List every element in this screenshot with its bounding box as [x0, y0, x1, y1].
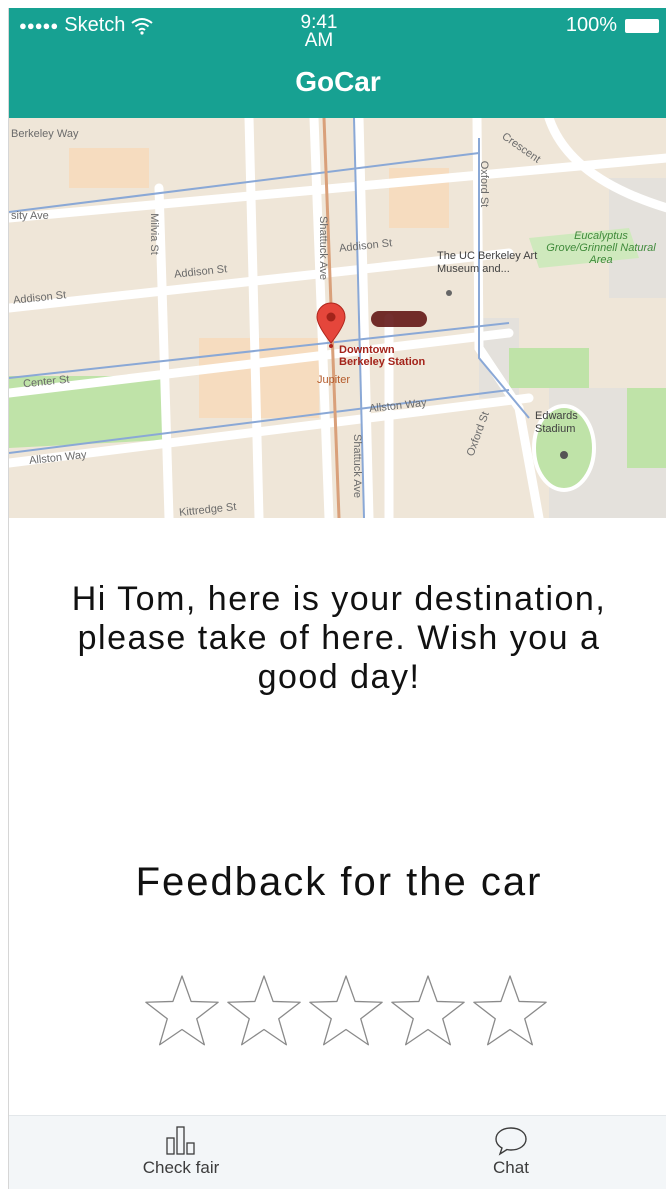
tab-check-fair[interactable]: Check fair: [121, 1124, 241, 1178]
place-label-station: Downtown Berkeley Station: [339, 344, 426, 368]
app-title: GoCar: [295, 66, 381, 97]
star-icon[interactable]: [469, 968, 551, 1054]
app-header: ●●●●● Sketch 9:41 AM 100% GoCar: [9, 8, 666, 118]
star-rating[interactable]: [141, 968, 551, 1054]
star-icon[interactable]: [223, 968, 305, 1054]
star-icon[interactable]: [141, 968, 223, 1054]
wifi-icon: [131, 17, 154, 35]
street-label: Milvia St: [147, 213, 160, 255]
street-label: Oxford St: [478, 160, 491, 208]
star-icon[interactable]: [305, 968, 387, 1054]
tab-chat[interactable]: Chat: [451, 1124, 571, 1178]
map-view[interactable]: Berkeley Way sity Ave Addison St Addison…: [9, 118, 666, 518]
street-label: Shattuck Ave: [317, 215, 330, 281]
street-label: sity Ave: [11, 210, 49, 222]
greeting-message: Hi Tom, here is your destination, please…: [71, 580, 607, 696]
signal-icon: ●●●●●: [19, 18, 59, 33]
place-label-stadium: Edwards Stadium: [535, 410, 578, 435]
battery-percent: 100%: [565, 14, 617, 36]
tab-bar: Check fair Chat: [9, 1115, 666, 1189]
street-label: Shattuck Ave: [351, 433, 364, 499]
street-label: Berkeley Way: [11, 128, 79, 140]
status-time: 9:41 AM: [300, 12, 338, 51]
place-label-museum: The UC Berkeley Art Museum and...: [437, 250, 538, 275]
feedback-title: Feedback for the car: [135, 860, 543, 904]
place-label-grove: Eucalyptus Grove/Grinnell Natural Area: [546, 230, 656, 266]
star-icon[interactable]: [387, 968, 469, 1054]
tab-chat-label: Chat: [493, 1158, 529, 1177]
place-label-restaurant: Jupiter: [317, 374, 351, 386]
status-bar-right: 100%: [566, 14, 659, 37]
battery-icon: [625, 18, 659, 33]
carrier-name: Sketch: [64, 14, 126, 36]
phone-screen: ●●●●● Sketch 9:41 AM 100% GoCar Berkeley…: [8, 8, 666, 1189]
bar-chart-icon: [166, 1126, 195, 1155]
tab-check-fair-label: Check fair: [142, 1158, 220, 1177]
chat-bubble-icon: [495, 1127, 527, 1156]
status-bar-left: ●●●●● Sketch: [19, 14, 154, 37]
map-graphic: [9, 118, 666, 518]
